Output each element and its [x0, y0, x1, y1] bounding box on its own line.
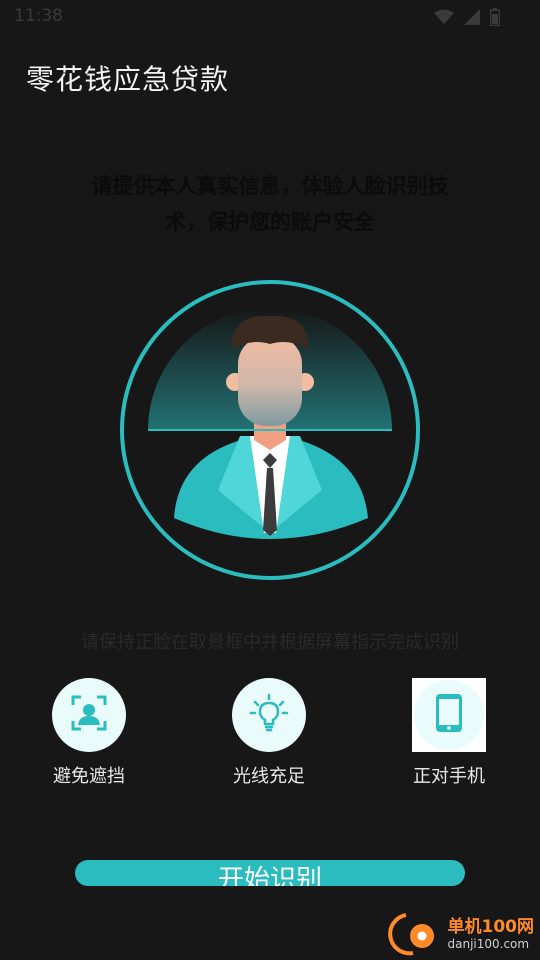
watermark-url: danji100.com [447, 937, 530, 951]
signal-icon [464, 9, 480, 29]
tip-icon-square [412, 678, 486, 752]
status-time: 11:38 [14, 6, 63, 26]
tip-face-phone: 正对手机 [379, 678, 519, 788]
tip-avoid-cover: 避免遮挡 [19, 678, 159, 788]
watermark-text: 单机100网 danji100.com [448, 919, 535, 953]
start-recognition-button[interactable]: 开始识别 [75, 860, 465, 886]
tip-icon-circle [232, 678, 306, 752]
start-button-label: 开始识别 [217, 865, 322, 886]
status-icons [434, 8, 501, 30]
hint-text: 请保持正脸在取景框中并根据屏幕指示完成识别 [81, 632, 459, 653]
lightbulb-icon [249, 693, 289, 737]
phone-icon [434, 693, 464, 737]
tip-icon-circle [414, 680, 484, 750]
watermark-logo-icon [387, 912, 442, 960]
face-frame [118, 278, 422, 582]
page-title: 零花钱应急贷款 [26, 63, 230, 96]
battery-icon [489, 8, 501, 30]
watermark-name: 单机100网 [447, 917, 535, 937]
tip-label: 光线充足 [233, 766, 305, 787]
instruction-text: 请提供本人真实信息，体验人脸识别技 术，保护您的账户安全 [50, 168, 490, 240]
watermark: 单机100网 danji100.com [387, 912, 535, 960]
status-bar: 11:38 [0, 0, 540, 36]
instruction-line-1: 请提供本人真实信息，体验人脸识别技 [91, 174, 449, 198]
wifi-icon [434, 9, 454, 29]
tip-icon-circle [52, 678, 126, 752]
instruction-line-2: 术，保护您的账户安全 [165, 210, 375, 234]
tip-label: 避免遮挡 [53, 766, 125, 787]
face-scan-icon [69, 693, 109, 737]
tip-label: 正对手机 [413, 766, 485, 787]
tip-enough-light: 光线充足 [199, 678, 339, 788]
